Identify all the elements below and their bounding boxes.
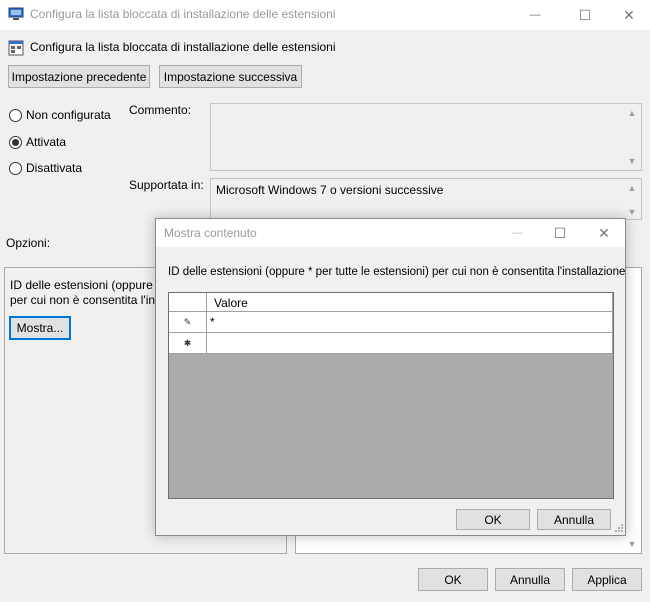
policy-title: Configura la lista bloccata di installaz… bbox=[30, 40, 336, 54]
apply-button[interactable]: Applica bbox=[572, 568, 642, 591]
cancel-button[interactable]: Annulla bbox=[495, 568, 565, 591]
minimize-icon: — bbox=[511, 227, 523, 239]
close-icon: ✕ bbox=[623, 6, 635, 23]
comment-textarea[interactable]: ▲ ▼ bbox=[210, 103, 642, 171]
ok-button[interactable]: OK bbox=[418, 568, 488, 591]
row-edit-icon[interactable]: ✎ bbox=[169, 312, 207, 333]
maximize-icon: ☐ bbox=[553, 224, 567, 241]
maximize-icon: ☐ bbox=[578, 6, 592, 23]
scroll-down-icon[interactable]: ▼ bbox=[624, 207, 640, 217]
dialog-minimize-button[interactable]: — bbox=[494, 219, 540, 247]
show-button[interactable]: Mostra... bbox=[9, 316, 71, 340]
window-title: Configura la lista bloccata di installaz… bbox=[30, 7, 336, 21]
grid-cell-value[interactable]: * bbox=[207, 312, 613, 333]
supported-value: Microsoft Windows 7 o versioni successiv… bbox=[216, 183, 444, 197]
policy-setting-icon bbox=[8, 40, 24, 56]
grid-corner bbox=[169, 293, 207, 312]
options-description-line-1: ID delle estensioni (oppure * p bbox=[10, 278, 171, 292]
comment-label: Commento: bbox=[129, 103, 192, 117]
supported-label: Supportata in: bbox=[129, 178, 204, 192]
radio-disabled[interactable]: Disattivata bbox=[9, 161, 82, 175]
options-description-line-2: per cui non è consentita l'insta bbox=[10, 293, 172, 307]
dialog-titlebar: Mostra contenuto — ☐ ✕ bbox=[156, 219, 625, 247]
values-grid: Valore ✎ * ✱ bbox=[168, 292, 614, 499]
window-titlebar: Configura la lista bloccata di installaz… bbox=[0, 0, 650, 30]
scroll-up-icon[interactable]: ▲ bbox=[624, 108, 640, 118]
radio-circle bbox=[9, 108, 22, 122]
resize-grip-icon[interactable] bbox=[614, 523, 624, 533]
dialog-description: ID delle estensioni (oppure * per tutte … bbox=[168, 266, 626, 278]
row-new-icon[interactable]: ✱ bbox=[169, 333, 207, 354]
close-icon: ✕ bbox=[598, 224, 610, 241]
grid-cell-value[interactable] bbox=[207, 333, 613, 354]
radio-label: Disattivata bbox=[26, 161, 83, 175]
maximize-button[interactable]: ☐ bbox=[562, 0, 608, 30]
policy-window-icon bbox=[8, 7, 24, 20]
radio-enabled[interactable]: Attivata bbox=[9, 135, 66, 149]
supported-field: Microsoft Windows 7 o versioni successiv… bbox=[210, 178, 642, 220]
dialog-title: Mostra contenuto bbox=[164, 226, 257, 240]
radio-circle bbox=[9, 161, 22, 175]
previous-setting-button[interactable]: Impostazione precedente bbox=[8, 65, 150, 88]
scroll-down-icon[interactable]: ▼ bbox=[624, 156, 640, 166]
dialog-ok-button[interactable]: OK bbox=[456, 509, 530, 530]
close-button[interactable]: ✕ bbox=[606, 0, 650, 30]
minimize-button[interactable]: — bbox=[512, 0, 558, 30]
radio-not-configured[interactable]: Non configurata bbox=[9, 108, 111, 122]
options-label: Opzioni: bbox=[6, 236, 51, 250]
radio-label: Attivata bbox=[26, 135, 67, 149]
column-header-value[interactable]: Valore bbox=[207, 293, 613, 312]
scroll-down-icon[interactable]: ▼ bbox=[624, 539, 640, 549]
show-contents-dialog: Mostra contenuto — ☐ ✕ ID delle estensio… bbox=[155, 218, 626, 536]
dialog-maximize-button[interactable]: ☐ bbox=[537, 219, 583, 247]
scroll-up-icon[interactable]: ▲ bbox=[624, 183, 640, 193]
radio-label: Non configurata bbox=[26, 108, 111, 122]
dialog-cancel-button[interactable]: Annulla bbox=[537, 509, 611, 530]
radio-circle bbox=[9, 135, 22, 149]
dialog-close-button[interactable]: ✕ bbox=[581, 219, 627, 247]
minimize-icon: — bbox=[529, 9, 541, 21]
next-setting-button[interactable]: Impostazione successiva bbox=[159, 65, 302, 88]
